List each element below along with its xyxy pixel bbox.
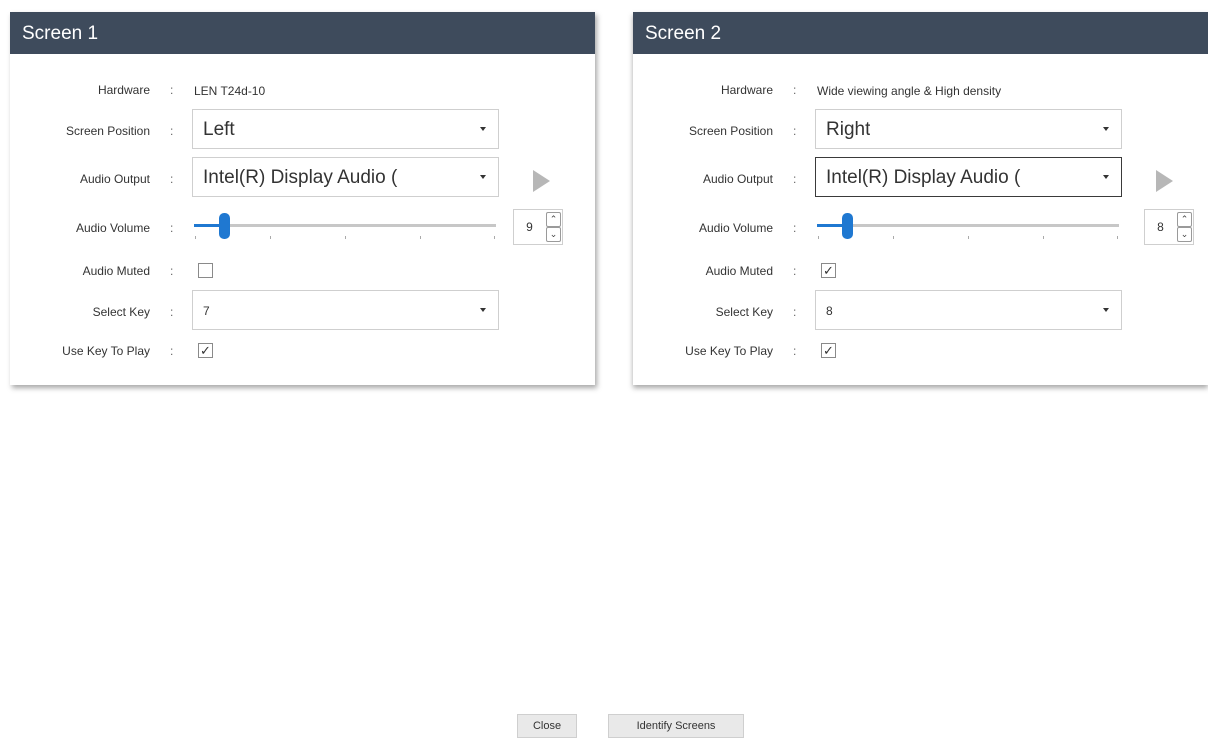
audio-output-label: Audio Output — [702, 172, 773, 186]
select-key-dropdown[interactable]: 7 — [192, 290, 499, 330]
slider-tick — [893, 236, 894, 239]
audio-output-value: Intel(R) Display Audio ( — [826, 167, 1021, 188]
audio-volume-colon: : — [793, 221, 797, 235]
screen-position-label: Screen Position — [688, 124, 773, 138]
select-key-value: 7 — [203, 304, 210, 318]
screen-1-title: Screen 1 — [10, 12, 595, 54]
audio-volume-stepper[interactable]: 9 ⌃ ⌄ — [513, 209, 563, 245]
audio-output-colon: : — [793, 172, 797, 186]
select-key-value: 8 — [826, 304, 833, 318]
audio-volume-slider[interactable] — [194, 211, 496, 241]
select-key-colon: : — [793, 305, 797, 319]
chevron-up-icon[interactable]: ⌃ — [546, 212, 561, 227]
hardware-colon: : — [170, 83, 174, 97]
slider-thumb[interactable] — [219, 213, 231, 239]
screen-position-colon: : — [170, 124, 174, 138]
dropdown-arrow-icon — [480, 175, 486, 179]
slider-track — [817, 224, 1119, 227]
audio-volume-colon: : — [170, 221, 174, 235]
slider-tick — [420, 236, 421, 239]
select-key-dropdown[interactable]: 8 — [815, 290, 1122, 330]
screen-1-panel: Screen 1 Hardware : LEN T24d-10 Screen P… — [10, 12, 595, 385]
hardware-colon: : — [793, 83, 797, 97]
dropdown-arrow-icon — [1103, 175, 1109, 179]
screen-2-title: Screen 2 — [633, 12, 1208, 54]
audio-muted-colon: : — [170, 264, 174, 278]
screen-position-dropdown[interactable]: Left — [192, 109, 499, 149]
use-key-to-play-checkbox[interactable]: ✓ — [198, 343, 213, 358]
use-key-to-play-label: Use Key To Play — [62, 344, 150, 358]
select-key-label: Select Key — [715, 305, 773, 319]
hardware-value: LEN T24d-10 — [194, 84, 266, 98]
audio-output-label: Audio Output — [79, 172, 150, 186]
audio-muted-colon: : — [793, 264, 797, 278]
slider-tick — [818, 236, 819, 239]
audio-volume-value: 9 — [526, 220, 533, 234]
hardware-label: Hardware — [97, 83, 150, 97]
screen-position-value: Left — [203, 119, 235, 140]
chevron-down-icon[interactable]: ⌄ — [546, 227, 561, 242]
select-key-label: Select Key — [92, 305, 150, 319]
hardware-value: Wide viewing angle & High density — [817, 84, 1002, 98]
slider-tick — [1117, 236, 1118, 239]
audio-muted-label: Audio Muted — [82, 264, 150, 278]
audio-muted-checkbox[interactable] — [198, 263, 213, 278]
slider-tick — [494, 236, 495, 239]
use-key-to-play-checkbox[interactable]: ✓ — [821, 343, 836, 358]
chevron-down-icon[interactable]: ⌄ — [1177, 227, 1192, 242]
slider-tick — [345, 236, 346, 239]
play-icon[interactable] — [1156, 170, 1173, 192]
slider-track — [194, 224, 496, 227]
play-icon[interactable] — [533, 170, 550, 192]
audio-volume-label: Audio Volume — [75, 221, 150, 235]
audio-output-dropdown[interactable]: Intel(R) Display Audio ( — [192, 157, 499, 197]
hardware-label: Hardware — [720, 83, 773, 97]
use-key-to-play-colon: : — [170, 344, 174, 358]
screen-position-colon: : — [793, 124, 797, 138]
audio-output-dropdown[interactable]: Intel(R) Display Audio ( — [815, 157, 1122, 197]
close-button[interactable]: Close — [517, 714, 577, 738]
audio-output-value: Intel(R) Display Audio ( — [203, 167, 398, 188]
audio-muted-label: Audio Muted — [705, 264, 773, 278]
use-key-to-play-label: Use Key To Play — [685, 344, 773, 358]
dropdown-arrow-icon — [1103, 308, 1109, 312]
slider-thumb[interactable] — [842, 213, 854, 239]
screen-position-dropdown[interactable]: Right — [815, 109, 1122, 149]
screen-position-value: Right — [826, 119, 871, 140]
slider-tick — [195, 236, 196, 239]
audio-output-colon: : — [170, 172, 174, 186]
identify-screens-button[interactable]: Identify Screens — [608, 714, 744, 738]
audio-volume-stepper[interactable]: 8 ⌃ ⌄ — [1144, 209, 1194, 245]
screen-2-panel: Screen 2 Hardware : Wide viewing angle &… — [633, 12, 1208, 385]
slider-tick — [968, 236, 969, 239]
select-key-colon: : — [170, 305, 174, 319]
screen-position-label: Screen Position — [65, 124, 150, 138]
dropdown-arrow-icon — [1103, 127, 1109, 131]
use-key-to-play-colon: : — [793, 344, 797, 358]
audio-volume-label: Audio Volume — [698, 221, 773, 235]
audio-volume-value: 8 — [1157, 220, 1164, 234]
chevron-up-icon[interactable]: ⌃ — [1177, 212, 1192, 227]
audio-volume-slider[interactable] — [817, 211, 1119, 241]
audio-muted-checkbox[interactable]: ✓ — [821, 263, 836, 278]
dropdown-arrow-icon — [480, 127, 486, 131]
dropdown-arrow-icon — [480, 308, 486, 312]
slider-tick — [1043, 236, 1044, 239]
slider-tick — [270, 236, 271, 239]
